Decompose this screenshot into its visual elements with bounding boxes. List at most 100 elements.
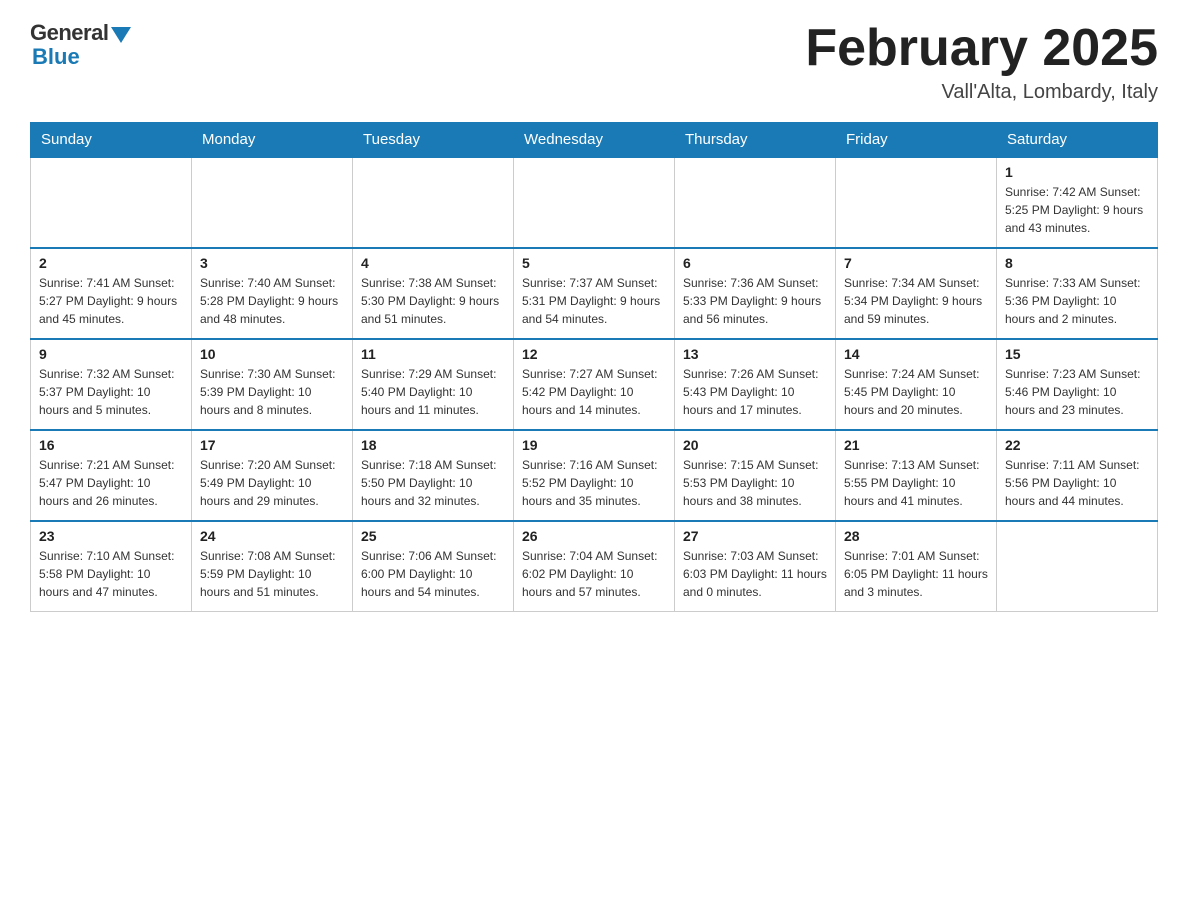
day-number: 23 xyxy=(39,528,183,544)
day-info: Sunrise: 7:20 AM Sunset: 5:49 PM Dayligh… xyxy=(200,456,344,510)
calendar-header: SundayMondayTuesdayWednesdayThursdayFrid… xyxy=(31,123,1158,158)
calendar-week-5: 23 Sunrise: 7:10 AM Sunset: 5:58 PM Dayli… xyxy=(31,521,1158,612)
day-number: 6 xyxy=(683,255,827,271)
calendar-cell: 23 Sunrise: 7:10 AM Sunset: 5:58 PM Dayli… xyxy=(31,521,192,612)
day-info: Sunrise: 7:32 AM Sunset: 5:37 PM Dayligh… xyxy=(39,365,183,419)
day-info: Sunrise: 7:38 AM Sunset: 5:30 PM Dayligh… xyxy=(361,274,505,328)
day-info: Sunrise: 7:40 AM Sunset: 5:28 PM Dayligh… xyxy=(200,274,344,328)
day-info: Sunrise: 7:33 AM Sunset: 5:36 PM Dayligh… xyxy=(1005,274,1149,328)
day-number: 4 xyxy=(361,255,505,271)
day-number: 20 xyxy=(683,437,827,453)
calendar-body: 1Sunrise: 7:42 AM Sunset: 5:25 PM Daylig… xyxy=(31,157,1158,612)
page-header: General Blue February 2025 Vall'Alta, Lo… xyxy=(30,20,1158,104)
day-info: Sunrise: 7:16 AM Sunset: 5:52 PM Dayligh… xyxy=(522,456,666,510)
calendar-cell: 13 Sunrise: 7:26 AM Sunset: 5:43 PM Dayli… xyxy=(675,339,836,430)
day-header-sunday: Sunday xyxy=(31,123,192,158)
title-block: February 2025 Vall'Alta, Lombardy, Italy xyxy=(805,20,1158,104)
calendar-cell: 19 Sunrise: 7:16 AM Sunset: 5:52 PM Dayli… xyxy=(514,430,675,521)
day-info: Sunrise: 7:10 AM Sunset: 5:58 PM Dayligh… xyxy=(39,547,183,601)
day-info: Sunrise: 7:04 AM Sunset: 6:02 PM Dayligh… xyxy=(522,547,666,601)
logo: General Blue xyxy=(30,20,131,70)
location-subtitle: Vall'Alta, Lombardy, Italy xyxy=(805,81,1158,104)
day-number: 9 xyxy=(39,346,183,362)
day-info: Sunrise: 7:41 AM Sunset: 5:27 PM Dayligh… xyxy=(39,274,183,328)
day-info: Sunrise: 7:30 AM Sunset: 5:39 PM Dayligh… xyxy=(200,365,344,419)
day-info: Sunrise: 7:21 AM Sunset: 5:47 PM Dayligh… xyxy=(39,456,183,510)
calendar-cell: 21 Sunrise: 7:13 AM Sunset: 5:55 PM Dayli… xyxy=(836,430,997,521)
day-info: Sunrise: 7:26 AM Sunset: 5:43 PM Dayligh… xyxy=(683,365,827,419)
calendar-cell: 20 Sunrise: 7:15 AM Sunset: 5:53 PM Dayli… xyxy=(675,430,836,521)
day-number: 27 xyxy=(683,528,827,544)
day-header-wednesday: Wednesday xyxy=(514,123,675,158)
calendar-cell: 2 Sunrise: 7:41 AM Sunset: 5:27 PM Daylig… xyxy=(31,248,192,339)
day-info: Sunrise: 7:23 AM Sunset: 5:46 PM Dayligh… xyxy=(1005,365,1149,419)
day-info: Sunrise: 7:27 AM Sunset: 5:42 PM Dayligh… xyxy=(522,365,666,419)
day-number: 25 xyxy=(361,528,505,544)
calendar-cell: 8 Sunrise: 7:33 AM Sunset: 5:36 PM Daylig… xyxy=(997,248,1158,339)
calendar-cell: 6 Sunrise: 7:36 AM Sunset: 5:33 PM Daylig… xyxy=(675,248,836,339)
day-number: 22 xyxy=(1005,437,1149,453)
day-number: 26 xyxy=(522,528,666,544)
day-info: Sunrise: 7:24 AM Sunset: 5:45 PM Dayligh… xyxy=(844,365,988,419)
day-number: 1 xyxy=(1005,164,1149,180)
calendar-cell xyxy=(675,157,836,248)
day-info: Sunrise: 7:15 AM Sunset: 5:53 PM Dayligh… xyxy=(683,456,827,510)
calendar-cell: 1Sunrise: 7:42 AM Sunset: 5:25 PM Daylig… xyxy=(997,157,1158,248)
day-number: 28 xyxy=(844,528,988,544)
day-header-monday: Monday xyxy=(192,123,353,158)
day-header-tuesday: Tuesday xyxy=(353,123,514,158)
day-info: Sunrise: 7:34 AM Sunset: 5:34 PM Dayligh… xyxy=(844,274,988,328)
calendar-week-2: 2 Sunrise: 7:41 AM Sunset: 5:27 PM Daylig… xyxy=(31,248,1158,339)
day-header-saturday: Saturday xyxy=(997,123,1158,158)
day-number: 19 xyxy=(522,437,666,453)
day-number: 12 xyxy=(522,346,666,362)
day-info: Sunrise: 7:13 AM Sunset: 5:55 PM Dayligh… xyxy=(844,456,988,510)
day-info: Sunrise: 7:36 AM Sunset: 5:33 PM Dayligh… xyxy=(683,274,827,328)
calendar-cell: 7 Sunrise: 7:34 AM Sunset: 5:34 PM Daylig… xyxy=(836,248,997,339)
month-title: February 2025 xyxy=(805,20,1158,77)
calendar-cell: 10 Sunrise: 7:30 AM Sunset: 5:39 PM Dayli… xyxy=(192,339,353,430)
calendar-cell xyxy=(997,521,1158,612)
day-info: Sunrise: 7:01 AM Sunset: 6:05 PM Dayligh… xyxy=(844,547,988,601)
day-info: Sunrise: 7:06 AM Sunset: 6:00 PM Dayligh… xyxy=(361,547,505,601)
day-number: 15 xyxy=(1005,346,1149,362)
logo-triangle-icon xyxy=(111,27,131,43)
day-number: 14 xyxy=(844,346,988,362)
day-number: 7 xyxy=(844,255,988,271)
day-info: Sunrise: 7:37 AM Sunset: 5:31 PM Dayligh… xyxy=(522,274,666,328)
calendar-cell xyxy=(31,157,192,248)
day-header-friday: Friday xyxy=(836,123,997,158)
day-number: 5 xyxy=(522,255,666,271)
calendar-cell: 28 Sunrise: 7:01 AM Sunset: 6:05 PM Dayli… xyxy=(836,521,997,612)
day-number: 21 xyxy=(844,437,988,453)
logo-blue-text: Blue xyxy=(32,44,80,70)
calendar-cell: 17 Sunrise: 7:20 AM Sunset: 5:49 PM Dayli… xyxy=(192,430,353,521)
calendar-cell xyxy=(192,157,353,248)
day-number: 3 xyxy=(200,255,344,271)
calendar-cell: 14 Sunrise: 7:24 AM Sunset: 5:45 PM Dayli… xyxy=(836,339,997,430)
calendar-week-3: 9 Sunrise: 7:32 AM Sunset: 5:37 PM Daylig… xyxy=(31,339,1158,430)
calendar-cell: 15 Sunrise: 7:23 AM Sunset: 5:46 PM Dayli… xyxy=(997,339,1158,430)
day-number: 13 xyxy=(683,346,827,362)
day-info: Sunrise: 7:11 AM Sunset: 5:56 PM Dayligh… xyxy=(1005,456,1149,510)
day-number: 10 xyxy=(200,346,344,362)
day-info: Sunrise: 7:08 AM Sunset: 5:59 PM Dayligh… xyxy=(200,547,344,601)
day-number: 8 xyxy=(1005,255,1149,271)
calendar-cell: 24Sunrise: 7:08 AM Sunset: 5:59 PM Dayli… xyxy=(192,521,353,612)
calendar-cell: 16 Sunrise: 7:21 AM Sunset: 5:47 PM Dayli… xyxy=(31,430,192,521)
day-number: 17 xyxy=(200,437,344,453)
day-info: Sunrise: 7:29 AM Sunset: 5:40 PM Dayligh… xyxy=(361,365,505,419)
day-number: 2 xyxy=(39,255,183,271)
day-number: 11 xyxy=(361,346,505,362)
logo-general-text: General xyxy=(30,20,108,46)
day-number: 18 xyxy=(361,437,505,453)
calendar-cell: 26 Sunrise: 7:04 AM Sunset: 6:02 PM Dayli… xyxy=(514,521,675,612)
day-info: Sunrise: 7:03 AM Sunset: 6:03 PM Dayligh… xyxy=(683,547,827,601)
calendar-cell: 11 Sunrise: 7:29 AM Sunset: 5:40 PM Dayli… xyxy=(353,339,514,430)
day-info: Sunrise: 7:18 AM Sunset: 5:50 PM Dayligh… xyxy=(361,456,505,510)
calendar-cell: 4 Sunrise: 7:38 AM Sunset: 5:30 PM Daylig… xyxy=(353,248,514,339)
day-header-thursday: Thursday xyxy=(675,123,836,158)
day-number: 16 xyxy=(39,437,183,453)
calendar-cell xyxy=(514,157,675,248)
calendar-cell: 27 Sunrise: 7:03 AM Sunset: 6:03 PM Dayli… xyxy=(675,521,836,612)
